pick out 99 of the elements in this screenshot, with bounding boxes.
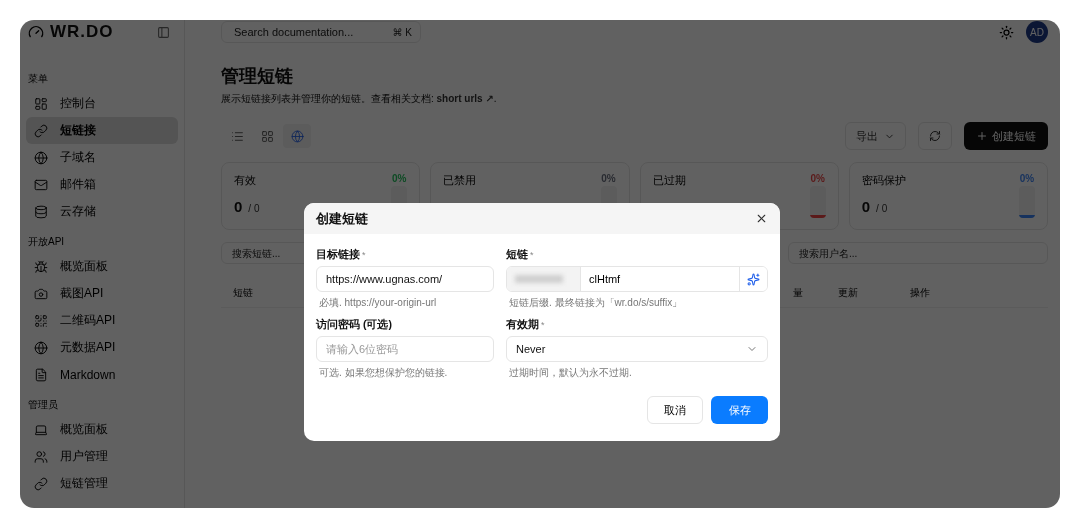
globe-icon (34, 340, 48, 355)
short-link-field[interactable]: clHtmf (506, 266, 768, 292)
input-field[interactable]: https://www.ugnas.com/ (316, 266, 494, 292)
sidebar-item[interactable]: Markdown (26, 361, 178, 388)
sidebar-item[interactable]: 子域名 (26, 144, 178, 171)
item-label: 短链接 (60, 122, 96, 139)
item-label: 云存储 (60, 203, 96, 220)
field-label: 访问密码 (可选) (316, 318, 393, 332)
users-icon (34, 449, 48, 464)
stat-gauge (809, 186, 826, 218)
column-header: 短链 (233, 285, 254, 300)
docs-link[interactable]: short urls ↗ (436, 93, 494, 104)
section-title: 开放API (27, 235, 66, 249)
item-label: 截图API (60, 285, 104, 302)
stat-percent: 0% (392, 173, 407, 184)
cancel-button[interactable]: 取消 (647, 396, 703, 424)
item-label: 元数据API (60, 339, 116, 356)
theme-toggle-icon[interactable] (999, 24, 1014, 40)
column-header: 更新 (838, 285, 859, 300)
field-label: 目标链接 * (316, 248, 367, 262)
close-button[interactable] (755, 212, 768, 225)
item-label: 用户管理 (60, 448, 108, 465)
qr-code-icon (34, 313, 48, 328)
mail-icon (34, 177, 48, 192)
stat-label: 已过期 (652, 173, 686, 188)
field-label: 有效期 * (506, 318, 546, 332)
column-header: 操作 (910, 285, 931, 300)
sidebar-item[interactable]: 概览面板 (26, 416, 178, 443)
camera-icon (34, 286, 48, 301)
search-placeholder: Search documentation... (234, 26, 354, 38)
item-label: Markdown (60, 367, 116, 382)
stat-value: 0 (234, 198, 243, 215)
laptop-icon (34, 422, 48, 437)
gauge-logo-icon (28, 24, 44, 40)
generate-button[interactable] (739, 267, 767, 291)
sidebar-item[interactable]: 云存储 (26, 198, 178, 225)
create-button[interactable]: 创建短链 (964, 122, 1048, 150)
stat-label: 已禁用 (443, 173, 477, 188)
input-field[interactable]: 请输入6位密码 (316, 336, 494, 362)
grid-icon (260, 129, 274, 143)
stat-label: 密码保护 (861, 173, 906, 188)
user-avatar[interactable]: AD (1026, 21, 1048, 43)
sidebar-toggle-icon[interactable] (157, 25, 170, 39)
globe-icon (34, 150, 48, 165)
bug-icon (34, 259, 48, 274)
item-label: 子域名 (60, 149, 96, 166)
stat-percent: 0% (1019, 173, 1035, 184)
item-label: 概览面板 (60, 421, 108, 438)
field-hint: 可选. 如果您想保护您的链接. (318, 366, 449, 380)
brand-name: WR.DO (50, 22, 114, 42)
sparkle-icon (747, 272, 760, 286)
stat-percent: 0% (601, 173, 616, 184)
link-icon (34, 123, 48, 138)
field-hint: 短链后缀. 最终链接为「wr.do/s/suffix」 (508, 296, 684, 310)
save-button[interactable]: 保存 (711, 396, 768, 424)
database-icon (34, 204, 48, 219)
link-icon (34, 476, 48, 491)
sidebar-item[interactable]: 概览面板 (26, 253, 178, 280)
refresh-icon (929, 130, 941, 142)
list-icon (230, 129, 244, 143)
shortcut-hint: ⌘ K (392, 26, 412, 38)
item-label: 概览面板 (60, 258, 108, 275)
refresh-button[interactable] (918, 122, 952, 150)
sidebar-item[interactable]: 二维码API (26, 307, 178, 334)
sidebar-item[interactable]: 元数据API (26, 334, 178, 361)
sidebar-item[interactable]: 截图API (26, 280, 178, 307)
field-label: 短链 * (506, 248, 535, 262)
stat-total: / 0 (876, 203, 888, 214)
item-label: 二维码API (60, 312, 116, 329)
item-label: 邮件箱 (60, 176, 96, 193)
plus-icon (976, 130, 988, 142)
item-label: 短链管理 (60, 475, 108, 492)
item-label: 控制台 (60, 95, 96, 112)
field-hint: 过期时间，默认为永不过期. (508, 366, 633, 380)
filter-field[interactable]: 搜索用户名... (788, 242, 1048, 264)
sidebar-item[interactable]: 邮件箱 (26, 171, 178, 198)
dialog-title: 创建短链 (316, 209, 368, 228)
stat-label: 有效 (234, 173, 257, 188)
stat-total: / 0 (248, 203, 260, 214)
expiry-select[interactable]: Never (506, 336, 768, 362)
page-subtitle: 展示短链接列表并管理你的短链。查看相关文档: short urls ↗. (221, 92, 498, 106)
search-field[interactable]: Search documentation... ⌘ K (221, 21, 421, 43)
stat-value: 0 (861, 198, 871, 215)
globe-icon (290, 129, 304, 143)
sidebar-item[interactable]: 短链接 (26, 117, 178, 144)
page-title: 管理短链 (221, 65, 294, 88)
sidebar-item[interactable]: 控制台 (26, 90, 178, 117)
document-icon (34, 367, 48, 382)
section-title: 管理员 (27, 398, 59, 412)
stat-gauge (1019, 186, 1035, 218)
section-title: 菜单 (27, 72, 49, 86)
stat-percent: 0% (810, 173, 825, 184)
export-button[interactable]: 导出 (845, 122, 906, 150)
view-toggle[interactable] (283, 124, 311, 148)
column-header: 量 (793, 285, 804, 300)
sidebar-item[interactable]: 用户管理 (26, 443, 178, 470)
dashboard-icon (34, 96, 48, 111)
field-hint: 必填. https://your-origin-url (318, 296, 438, 310)
sidebar-item[interactable]: 短链管理 (26, 470, 178, 497)
